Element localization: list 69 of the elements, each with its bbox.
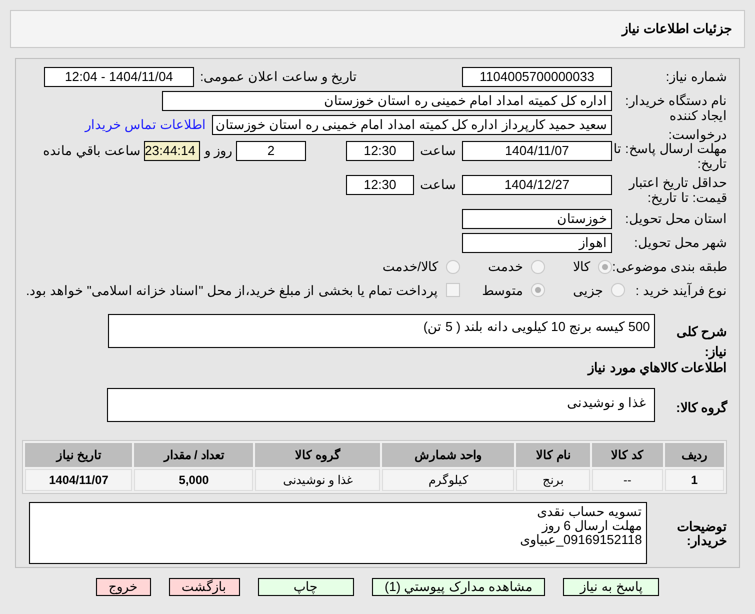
column-header: واحد شمارش	[382, 442, 514, 466]
action-button[interactable]: پاسخ به نیاز	[563, 578, 660, 596]
radio-button[interactable]	[531, 283, 546, 298]
text-field[interactable]: 2	[236, 141, 306, 161]
field-label: توضیحات خریدار:	[676, 518, 727, 548]
radio-label: کالا/خدمت	[382, 258, 438, 276]
field-label: شرح کلی نیاز:	[675, 323, 727, 361]
table-cell: 5,000	[134, 468, 254, 490]
table-cell: غذا و نوشیدنی	[255, 468, 380, 490]
text-field[interactable]: 12:30	[346, 175, 414, 195]
field-label: استان محل تحویل:	[624, 210, 727, 228]
table-cell: --	[592, 468, 663, 490]
description-textarea[interactable]: 500 کیسه برنج 10 کیلویی دانه بلند ( 5 تن)	[108, 314, 655, 348]
column-header: تعداد / مقدار	[134, 442, 254, 466]
text-field[interactable]: اهواز	[462, 233, 612, 253]
radio-button[interactable]	[598, 260, 612, 274]
checkbox[interactable]	[446, 283, 460, 298]
field-label: حداقل تاریخ اعتبار قیمت: تا تاریخ:	[628, 175, 727, 205]
notes-line: 09169152118_عبیاوی	[519, 532, 642, 546]
buyer-contact-link[interactable]: اطلاعات تماس خریدار	[84, 115, 206, 135]
radio-button[interactable]	[531, 260, 545, 274]
field-label: گروه کالا:	[675, 398, 727, 417]
field-label: ساعت	[420, 176, 456, 194]
radio-button[interactable]	[446, 260, 460, 274]
field-label: ساعت باقي مانده	[43, 142, 140, 160]
column-header: کد کالا	[592, 442, 663, 466]
field-label: ایجاد کننده درخواست:	[667, 108, 727, 143]
action-button[interactable]: بازگشت	[168, 578, 240, 596]
table-cell: برنج	[516, 468, 590, 490]
field-label: مهلت ارسال پاسخ: تا تاریخ:	[612, 141, 727, 171]
goods-group-textarea[interactable]: غذا و نوشیدنی	[107, 388, 655, 422]
notes-line: تسویه حساب نقدی	[536, 504, 642, 518]
table-cell: 1404/11/07	[25, 468, 132, 490]
field-label: ساعت	[420, 142, 456, 160]
radio-label: خدمت	[488, 258, 523, 276]
action-button[interactable]: مشاهده مدارک پیوستي (1)	[372, 578, 546, 596]
text-field[interactable]: 1104005700000033	[462, 67, 612, 87]
table-cell: 1	[664, 468, 724, 490]
text-field[interactable]: 12:30	[346, 141, 414, 161]
checkbox-label: پرداخت تمام یا بخشی از مبلغ خرید،از محل "اسناد خزانه اسلامی" خواهد بود.	[26, 282, 438, 300]
column-header: نام کالا	[516, 442, 590, 466]
field-label: شماره نیاز:	[664, 68, 727, 86]
section-heading: اطلاعات کالاهاي مورد نیاز	[586, 360, 727, 378]
radio-label: جزیی	[573, 282, 604, 300]
radio-label: متوسط	[482, 282, 524, 300]
field-label: روز و	[204, 142, 232, 160]
action-button[interactable]: خروج	[96, 578, 151, 596]
radio-label: کالا	[573, 258, 590, 276]
field-label: نوع فرآیند خرید :	[634, 282, 727, 300]
radio-button[interactable]	[611, 283, 626, 298]
text-field[interactable]: 1404/11/07	[462, 141, 612, 161]
page-title: جزئیات اطلاعات نیاز	[622, 20, 732, 38]
action-button[interactable]: چاپ	[258, 578, 354, 596]
text-field[interactable]: خوزستان	[462, 209, 612, 229]
remaining-time: 23:44:14	[144, 141, 200, 161]
column-header: گروه کالا	[255, 442, 380, 466]
text-field[interactable]: سعید حمید کارپرداز اداره کل کمیته امداد امام خمینی ره استان خوزستان	[212, 115, 612, 135]
notes-textarea[interactable]: تسویه حساب نقدی مهلت ارسال 6 روز 09169152118_عبیاوی	[29, 502, 647, 564]
notes-line: مهلت ارسال 6 روز	[542, 518, 642, 532]
text-field[interactable]: 1404/11/04 - 12:04	[44, 67, 194, 87]
table-cell: کیلوگرم	[382, 468, 514, 490]
field-label: نام دستگاه خریدار:	[624, 92, 727, 110]
field-label: طبقه بندی موضوعی:	[612, 258, 727, 276]
column-header: ردیف	[664, 442, 724, 466]
field-label: تاریخ و ساعت اعلان عمومی:	[200, 68, 357, 86]
column-header: تاریخ نیاز	[25, 442, 132, 466]
field-label: شهر محل تحویل:	[633, 234, 727, 252]
text-field[interactable]: 1404/12/27	[462, 175, 612, 195]
text-field[interactable]: اداره کل کمیته امداد امام خمینی ره استان خوزستان	[162, 91, 612, 111]
